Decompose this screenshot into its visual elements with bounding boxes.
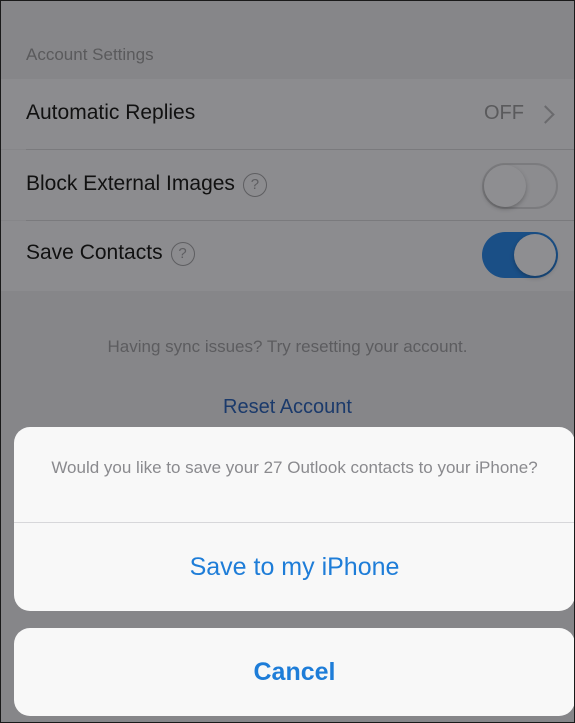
- block-external-images-row: Block External Images?: [1, 150, 574, 220]
- section-header: Account Settings: [26, 45, 154, 64]
- save-contacts-toggle[interactable]: [482, 232, 558, 278]
- action-sheet: Would you like to save your 27 Outlook c…: [14, 427, 574, 611]
- block-external-images-label: Block External Images?: [26, 172, 267, 197]
- reset-account-button[interactable]: Reset Account: [1, 396, 574, 419]
- action-sheet-message: Would you like to save your 27 Outlook c…: [14, 427, 574, 523]
- sync-issues-text: Having sync issues? Try resetting your a…: [107, 337, 468, 356]
- block-external-images-toggle[interactable]: [482, 163, 558, 209]
- save-contacts-text: Save Contacts: [26, 241, 163, 264]
- cancel-button[interactable]: Cancel: [14, 628, 574, 716]
- automatic-replies-label: Automatic Replies: [26, 101, 196, 124]
- automatic-replies-row[interactable]: Automatic Replies OFF: [1, 79, 574, 149]
- help-icon[interactable]: ?: [242, 173, 267, 197]
- screen-frame: Account Settings Automatic Replies OFF B…: [0, 0, 575, 723]
- save-contacts-label: Save Contacts?: [26, 241, 195, 266]
- save-to-iphone-button[interactable]: Save to my iPhone: [14, 523, 574, 611]
- help-icon[interactable]: ?: [170, 242, 195, 266]
- toggle-knob: [484, 165, 526, 207]
- chevron-right-icon: [536, 105, 555, 124]
- settings-screen: Account Settings Automatic Replies OFF B…: [1, 1, 574, 722]
- save-contacts-row: Save Contacts?: [1, 221, 574, 291]
- cancel-group: Cancel: [14, 628, 574, 716]
- toggle-knob: [514, 234, 556, 276]
- block-external-images-text: Block External Images: [26, 172, 235, 195]
- automatic-replies-value: OFF: [484, 102, 524, 124]
